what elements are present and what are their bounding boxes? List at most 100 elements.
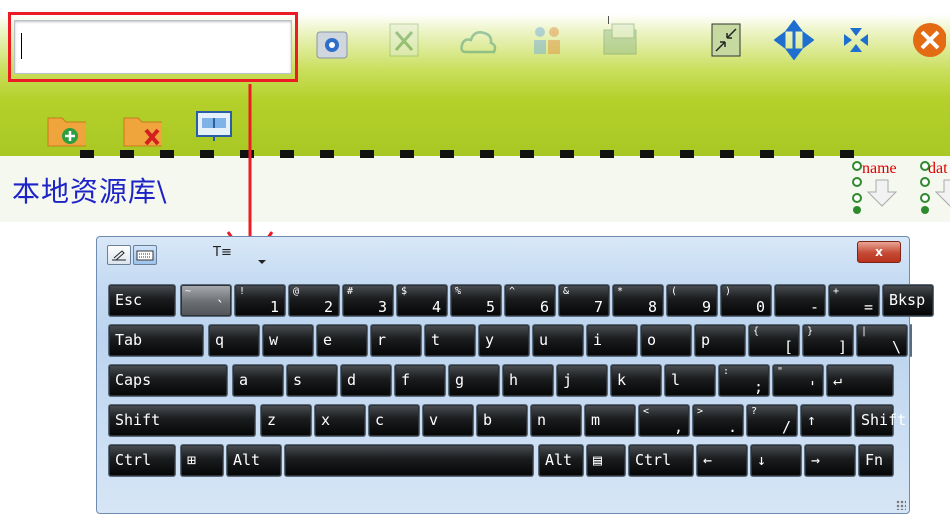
sort-date-label: dat	[928, 160, 948, 177]
key-minus[interactable]: -	[774, 284, 826, 317]
key-x[interactable]: x	[314, 404, 366, 437]
keyboard-close-button[interactable]: x	[857, 241, 901, 263]
key-m[interactable]: m	[584, 404, 636, 437]
key-7[interactable]: & 7	[558, 284, 610, 317]
key-z[interactable]: z	[260, 404, 312, 437]
key-caps[interactable]: Caps	[108, 364, 228, 397]
key-label: Del	[917, 331, 945, 349]
key-tab[interactable]: Tab	[108, 324, 204, 357]
key-menu[interactable]: ▤	[586, 444, 626, 477]
key-rbracket[interactable]: }]	[802, 324, 854, 357]
key-label: ↑	[807, 411, 817, 429]
key-del[interactable]: Del	[910, 324, 944, 357]
key-label: l	[671, 371, 681, 389]
key-ralt[interactable]: Alt	[538, 444, 584, 477]
key-lshift[interactable]: Shift	[108, 404, 256, 437]
display-icon[interactable]	[194, 106, 234, 146]
key-3[interactable]: #3	[342, 284, 394, 317]
folder-image-icon[interactable]	[600, 20, 640, 60]
key-lctrl[interactable]: Ctrl	[108, 444, 176, 477]
key-o[interactable]: o	[640, 324, 692, 357]
key-d[interactable]: d	[340, 364, 392, 397]
key-0[interactable]: ) 0	[720, 284, 772, 317]
handwriting-icon[interactable]	[107, 245, 131, 265]
breadcrumb[interactable]: 本地资源库\	[12, 170, 167, 210]
key-k[interactable]: k	[610, 364, 662, 397]
key-h[interactable]: h	[502, 364, 554, 397]
key-space[interactable]	[284, 444, 534, 477]
expand-arrows-icon[interactable]	[774, 20, 814, 60]
key-rshift[interactable]: Shift	[854, 404, 906, 437]
users-icon[interactable]	[528, 20, 568, 60]
key-esc[interactable]: Esc	[108, 284, 176, 317]
key-f[interactable]: f	[394, 364, 446, 397]
key-semicolon[interactable]: :;	[718, 364, 770, 397]
collapse-arrows-icon[interactable]	[836, 20, 876, 60]
key-lalt[interactable]: Alt	[226, 444, 282, 477]
shrink-icon[interactable]	[706, 20, 746, 60]
key-j[interactable]: j	[556, 364, 608, 397]
key-5[interactable]: % 5	[450, 284, 502, 317]
key-r[interactable]: r	[370, 324, 422, 357]
key-slash[interactable]: ? /	[746, 404, 798, 437]
keyboard-mode-icon[interactable]	[133, 245, 157, 265]
key-label: 9	[701, 298, 711, 316]
key-label: 3	[377, 298, 387, 316]
delete-folder-icon[interactable]	[122, 108, 162, 148]
resize-grip-icon[interactable]	[896, 500, 906, 510]
key-v[interactable]: v	[422, 404, 474, 437]
key-s[interactable]: s	[286, 364, 338, 397]
key-up[interactable]: ↑	[800, 404, 852, 437]
key-down[interactable]: ↓	[750, 444, 802, 477]
key-q[interactable]: q	[208, 324, 260, 357]
key-e[interactable]: e	[316, 324, 368, 357]
key-left[interactable]: ←	[696, 444, 748, 477]
key-equals[interactable]: + =	[828, 284, 880, 317]
cloud-icon[interactable]	[458, 22, 498, 62]
dashed-divider	[80, 150, 880, 158]
key-w[interactable]: w	[262, 324, 314, 357]
excel-export-icon[interactable]	[384, 20, 424, 60]
key-fn[interactable]: Fn	[858, 444, 894, 477]
key-g[interactable]: g	[448, 364, 500, 397]
settings-icon[interactable]	[312, 24, 352, 64]
key-t[interactable]: t	[424, 324, 476, 357]
close-icon[interactable]	[906, 20, 946, 60]
key-bksp[interactable]: Bksp	[882, 284, 934, 317]
key-u[interactable]: u	[532, 324, 584, 357]
new-folder-icon[interactable]	[46, 108, 86, 148]
key-9[interactable]: (9	[666, 284, 718, 317]
key-b[interactable]: b	[476, 404, 528, 437]
font-dropdown-arrow-icon[interactable]	[257, 251, 267, 270]
key-c[interactable]: c	[368, 404, 420, 437]
toolbar-separator	[608, 16, 609, 24]
key-n[interactable]: n	[530, 404, 582, 437]
key-rctrl[interactable]: Ctrl	[628, 444, 694, 477]
key-6[interactable]: ^ 6	[504, 284, 556, 317]
key-8[interactable]: * 8	[612, 284, 664, 317]
key-backtick[interactable]: ~ `	[180, 284, 232, 317]
key-4[interactable]: $4	[396, 284, 448, 317]
key-period[interactable]: >.	[692, 404, 744, 437]
key-2[interactable]: @2	[288, 284, 340, 317]
key-enter[interactable]: ↵	[826, 364, 894, 397]
key-label: Alt	[233, 451, 261, 469]
key-comma[interactable]: <,	[638, 404, 690, 437]
key-label: j	[563, 371, 573, 389]
key-i[interactable]: i	[586, 324, 638, 357]
key-y[interactable]: y	[478, 324, 530, 357]
key-right[interactable]: →	[804, 444, 856, 477]
key-quote[interactable]: " '	[772, 364, 824, 397]
key-lbracket[interactable]: {[	[748, 324, 800, 357]
key-backslash[interactable]: | \	[856, 324, 908, 357]
key-win[interactable]: ⊞	[180, 444, 224, 477]
key-p[interactable]: p	[694, 324, 746, 357]
key-1[interactable]: ! 1	[234, 284, 286, 317]
key-label: 8	[647, 298, 657, 316]
font-size-button[interactable]: T≡	[213, 245, 232, 260]
key-label: [	[783, 338, 793, 356]
key-shift-label: %	[455, 286, 462, 297]
key-label: ;	[753, 378, 763, 396]
key-a[interactable]: a	[232, 364, 284, 397]
key-l[interactable]: l	[664, 364, 716, 397]
